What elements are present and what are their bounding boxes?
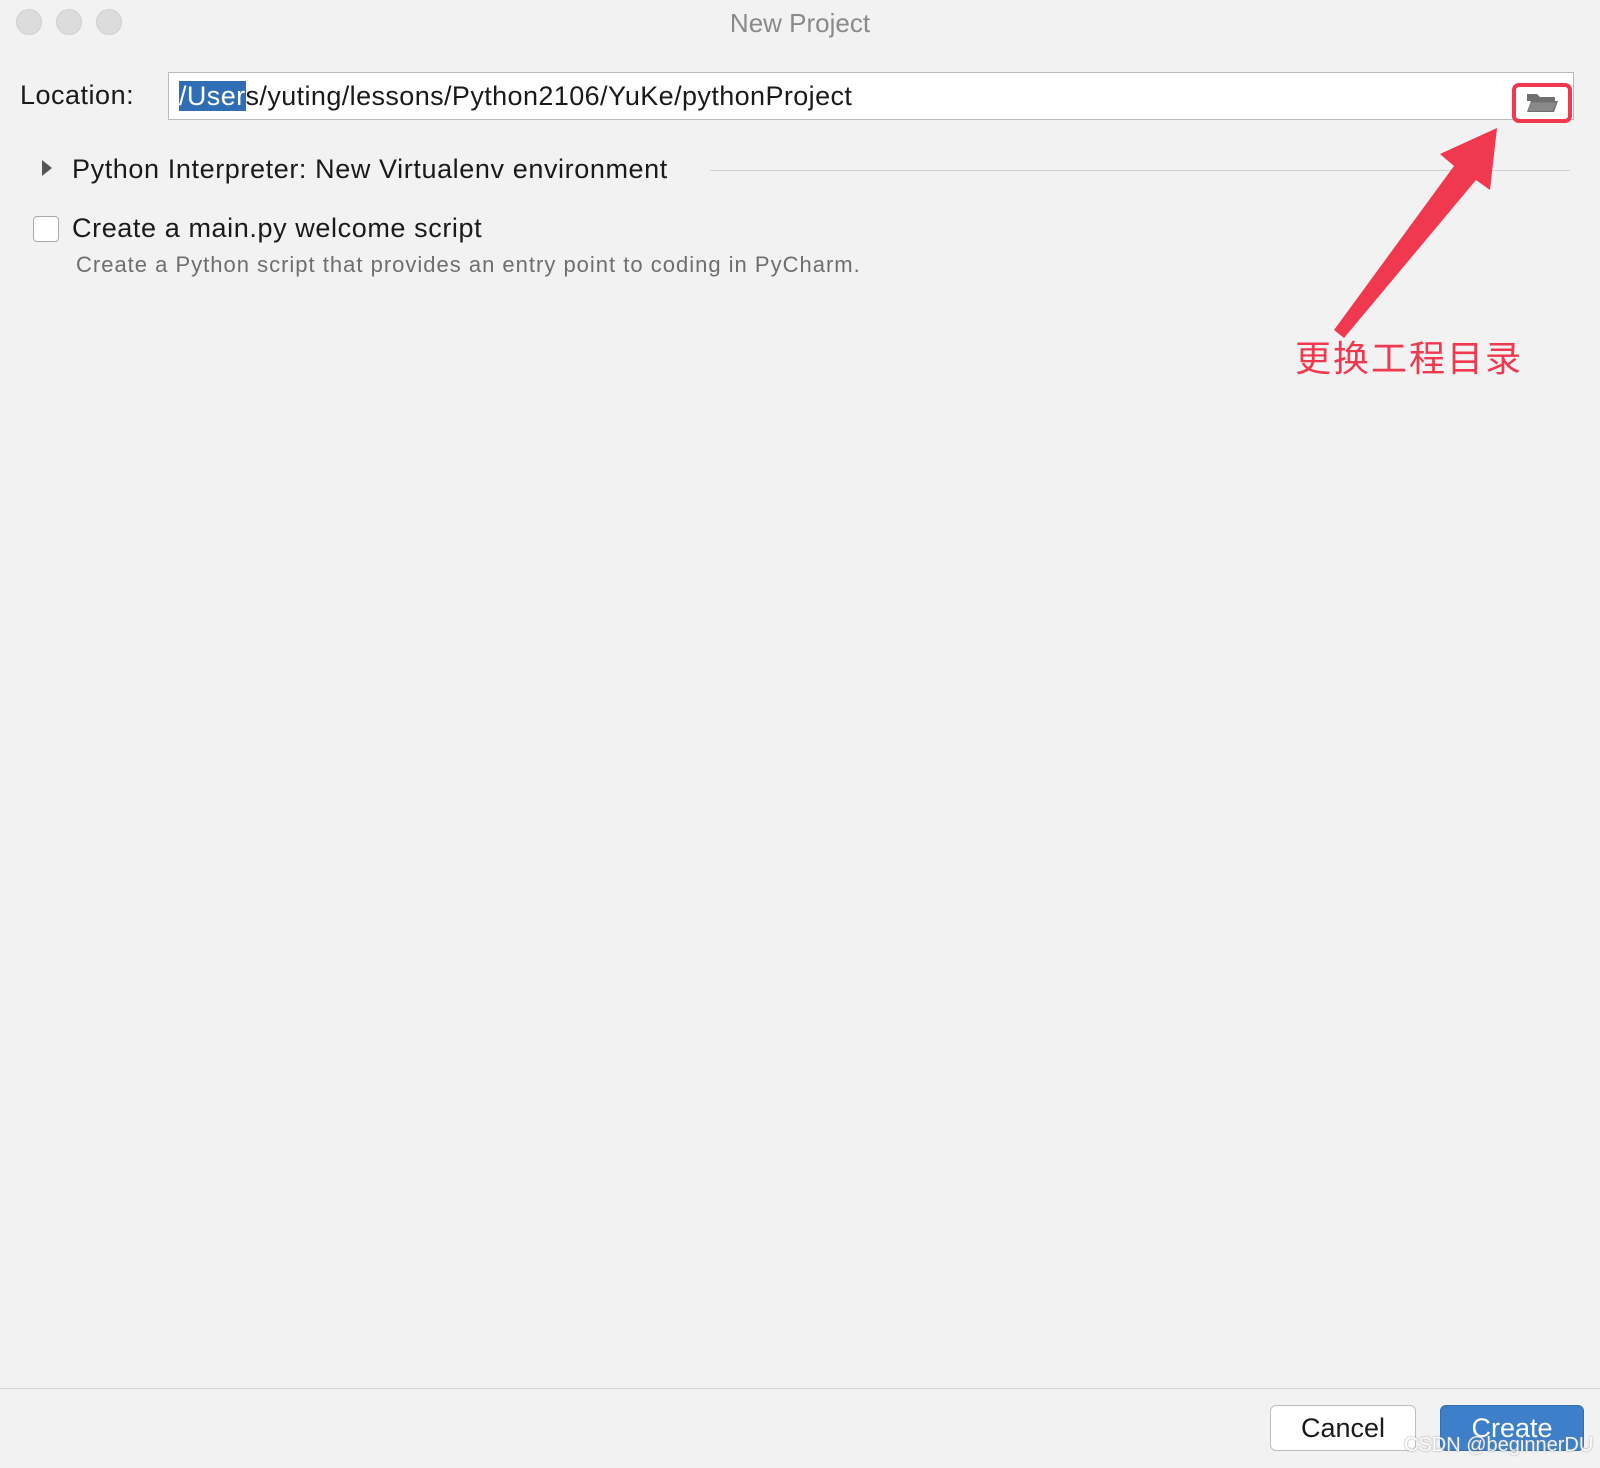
footer-divider: [0, 1388, 1600, 1389]
cancel-button[interactable]: Cancel: [1270, 1405, 1416, 1451]
annotation-text: 更换工程目录: [1295, 338, 1524, 379]
watermark: CSDN @beginnerDU: [1404, 1434, 1594, 1456]
